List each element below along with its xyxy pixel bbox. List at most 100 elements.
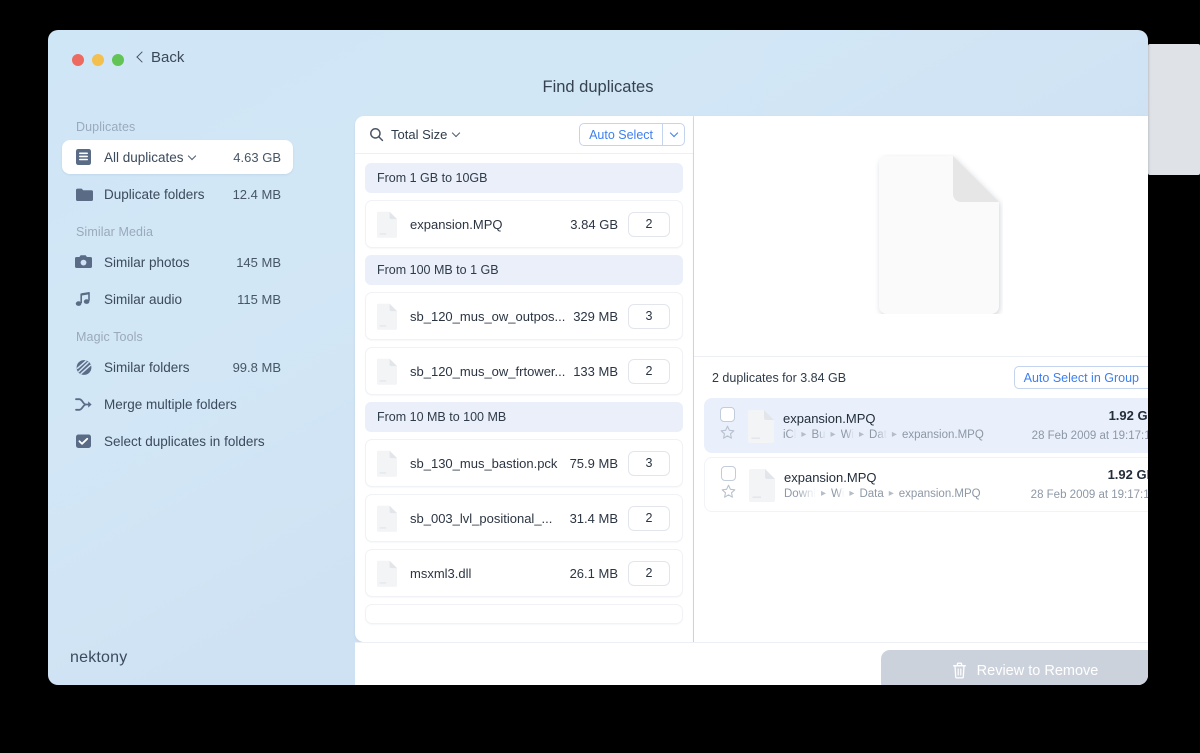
list-item-count: 2: [628, 505, 670, 531]
list-item-name: sb_120_mus_ow_outpos...: [410, 308, 566, 324]
list-item[interactable]: sb_130_mus_bastion.pck 75.9 MB 3: [365, 439, 683, 487]
list-item[interactable]: sb_003_lvl_positional_... 31.4 MB 2: [365, 494, 683, 542]
list-item[interactable]: msxml3.dll 26.1 MB 2: [365, 549, 683, 597]
list-item-size: 3.84 GB: [570, 216, 618, 232]
back-button-label: Back: [151, 49, 185, 66]
review-to-remove-label: Review to Remove: [976, 662, 1099, 679]
file-preview: [694, 116, 1148, 357]
list-group-header: From 1 GB to 10GB: [365, 163, 683, 193]
sidebar-item-similar-audio[interactable]: Similar audio 115 MB: [62, 282, 293, 316]
back-button[interactable]: Back: [136, 49, 185, 66]
file-icon: [376, 358, 398, 385]
sidebar-item-all-duplicates-label: All duplicates: [104, 150, 196, 165]
auto-select-button[interactable]: Auto Select: [579, 123, 685, 146]
folder-icon: [74, 185, 93, 204]
traffic-light-buttons[interactable]: [72, 54, 124, 66]
sidebar: Duplicates All duplicates 4.63 GB Duplic…: [48, 112, 307, 685]
duplicate-entry-row[interactable]: expansion.MPQ iCl ▸ Bu ▸ Wi ▸ Dat ▸ expa…: [704, 398, 1148, 453]
music-note-icon: [74, 290, 93, 309]
file-icon: [376, 505, 398, 532]
duplicate-entry-size: 1.92 GB: [1107, 466, 1148, 482]
close-button[interactable]: [72, 54, 84, 66]
content-area: Total Size Auto Select From 1 GB to 10GB: [355, 116, 1148, 685]
sort-selector[interactable]: Total Size: [391, 127, 461, 142]
list-toolbar: Total Size Auto Select: [355, 116, 693, 154]
sidebar-item-all-duplicates-size: 4.63 GB: [233, 149, 281, 165]
sidebar-item-similar-folders[interactable]: Similar folders 99.8 MB: [62, 350, 293, 384]
list-item-size: 75.9 MB: [569, 455, 618, 471]
list-item[interactable]: expansion.MPQ 3.84 GB 2: [365, 200, 683, 248]
trash-icon: [952, 662, 967, 679]
favorite-star-icon[interactable]: [720, 425, 735, 445]
sidebar-item-similar-photos[interactable]: Similar photos 145 MB: [62, 245, 293, 279]
chevron-down-icon: [669, 128, 678, 138]
breadcrumb-separator-icon: ▸: [888, 488, 894, 499]
sidebar-item-duplicate-folders[interactable]: Duplicate folders 12.4 MB: [62, 177, 293, 211]
checkmark-box-icon: [74, 432, 93, 451]
file-icon: [748, 468, 776, 502]
detail-panel: 2 duplicates for 3.84 GB Auto Select in …: [694, 116, 1148, 642]
auto-select-in-group-label: Auto Select in Group: [1023, 370, 1139, 385]
breadcrumb[interactable]: iCl ▸ Bu ▸ Wi ▸ Dat ▸ expansion.MPQ: [783, 429, 1032, 441]
list-group-header: From 10 MB to 100 MB: [365, 402, 683, 432]
breadcrumb-segment: Data: [859, 487, 884, 500]
zoom-button[interactable]: [112, 54, 124, 66]
sidebar-item-similar-photos-size: 145 MB: [236, 254, 281, 270]
file-icon: [376, 450, 398, 477]
chevron-left-icon: [136, 51, 148, 63]
sidebar-group-title-similar-media: Similar Media: [76, 225, 154, 239]
chevron-down-icon[interactable]: [187, 151, 196, 160]
list-item-count: 3: [628, 303, 670, 329]
background-panel: [1148, 44, 1200, 175]
sort-selector-label: Total Size: [391, 127, 448, 142]
sidebar-item-similar-folders-size: 99.8 MB: [232, 359, 281, 375]
breadcrumb-segment: expansion.MPQ: [898, 487, 981, 500]
sidebar-item-merge-multiple-folders[interactable]: Merge multiple folders: [62, 387, 293, 421]
sidebar-item-all-duplicates[interactable]: All duplicates 4.63 GB: [62, 140, 293, 174]
file-icon: [376, 211, 398, 238]
breadcrumb-segment: Bu: [811, 428, 826, 441]
select-checkbox[interactable]: [719, 406, 735, 422]
duplicate-entry-meta: 1.92 GB 28 Feb 2009 at 19:17:16: [1031, 467, 1148, 503]
minimize-button[interactable]: [92, 54, 104, 66]
list-item[interactable]: sb_120_mus_ow_outpos... 329 MB 3: [365, 292, 683, 340]
list-item[interactable]: [365, 604, 683, 624]
breadcrumb-separator-icon: ▸: [801, 429, 807, 440]
list-item-count: 2: [628, 358, 670, 384]
sidebar-group-title-duplicates: Duplicates: [76, 120, 136, 134]
sidebar-item-merge-multiple-folders-label: Merge multiple folders: [104, 396, 237, 412]
sidebar-item-duplicate-folders-size: 12.4 MB: [232, 186, 281, 202]
auto-select-dropdown-toggle[interactable]: [663, 124, 684, 145]
duplicate-entry-row[interactable]: expansion.MPQ Downl ▸ Wi ▸ Data ▸ expans…: [704, 457, 1148, 512]
sidebar-item-select-duplicates-in-folders[interactable]: Select duplicates in folders: [62, 424, 293, 458]
camera-icon: [74, 253, 93, 272]
duplicate-entry-name: expansion.MPQ: [784, 469, 877, 485]
duplicate-entry-meta: 1.92 GB 28 Feb 2009 at 19:17:16: [1032, 408, 1148, 444]
list-item[interactable]: sb_120_mus_ow_frtower... 133 MB 2: [365, 347, 683, 395]
search-icon[interactable]: [369, 127, 384, 142]
chevron-down-icon: [452, 128, 461, 138]
list-group-header: From 100 MB to 1 GB: [365, 255, 683, 285]
breadcrumb-separator-icon: ▸: [830, 429, 836, 440]
review-to-remove-button[interactable]: Review to Remove: [881, 649, 1148, 685]
brand-logo-text: nektony: [70, 649, 128, 666]
breadcrumb-separator-icon: ▸: [858, 429, 865, 440]
select-checkbox[interactable]: [720, 465, 736, 481]
breadcrumb-segment: expansion.MPQ: [901, 428, 984, 441]
breadcrumb[interactable]: Downl ▸ Wi ▸ Data ▸ expansion.MPQ: [784, 488, 1031, 500]
favorite-star-icon[interactable]: [721, 484, 736, 504]
list-item-name: sb_120_mus_ow_frtower...: [410, 363, 566, 379]
page-title: Find duplicates: [542, 78, 654, 96]
sidebar-group-title-magic-tools: Magic Tools: [76, 330, 143, 344]
list-item-size: 26.1 MB: [569, 565, 618, 581]
file-icon: [747, 409, 775, 443]
duplicates-list-panel: Total Size Auto Select From 1 GB to 10GB: [355, 116, 693, 642]
document-lines-icon: [74, 148, 93, 167]
duplicates-list[interactable]: From 1 GB to 10GB expansion.MPQ 3.84 GB …: [355, 155, 693, 642]
breadcrumb-separator-icon: ▸: [849, 488, 855, 499]
sidebar-item-similar-audio-size: 115 MB: [237, 291, 281, 307]
auto-select-in-group-button[interactable]: Auto Select in Group: [1013, 366, 1148, 389]
list-item-count: 2: [628, 560, 670, 586]
duplicate-entry-date: 28 Feb 2009 at 19:17:16: [1031, 429, 1148, 442]
file-icon: [376, 303, 398, 330]
